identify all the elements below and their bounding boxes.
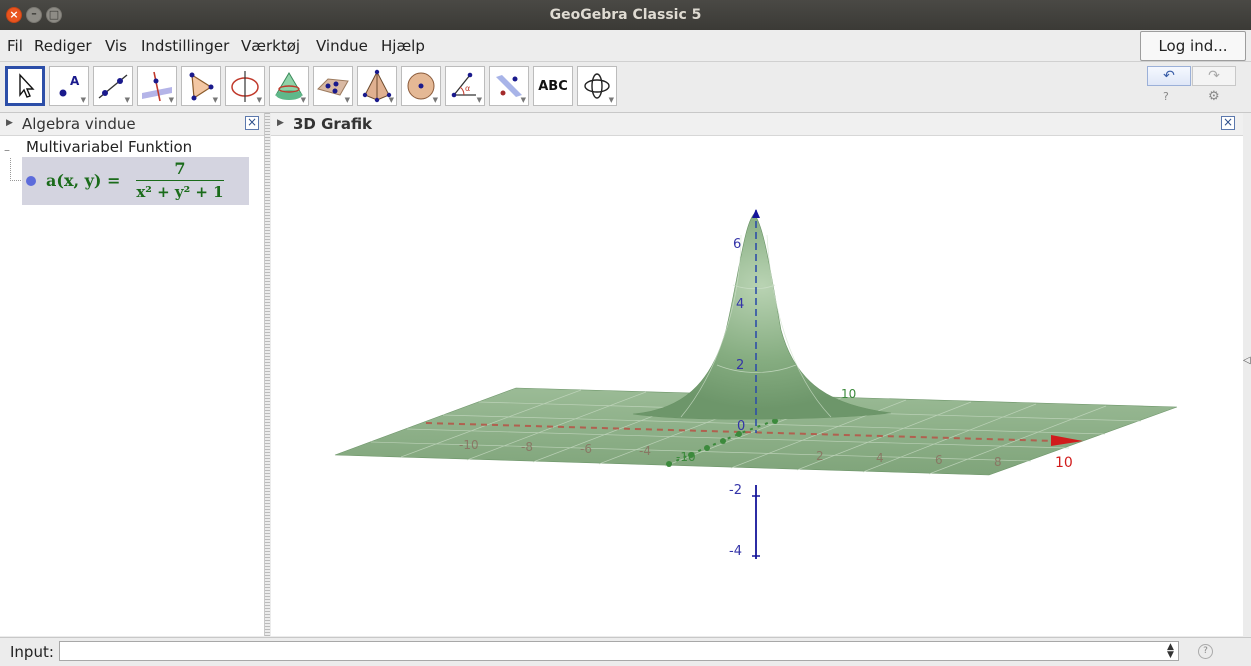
input-field[interactable] (59, 641, 1179, 661)
z-tick-label: -4 (729, 544, 742, 559)
x-tick-label: 6 (935, 453, 943, 467)
menu-fil[interactable]: Fil (7, 37, 23, 55)
toolbar: A ▼ ▼ ▼ ▼ ▼ ▼ ▼ ▼ ▼ α ▼ ▼ ABC ▼ ↶ ↷ ? ⚙ (0, 62, 1251, 113)
algebra-close-button[interactable]: × (245, 116, 259, 130)
menu-vaerktoej[interactable]: Værktøj (241, 37, 300, 55)
tool-menu-arrow-icon: ▼ (608, 96, 614, 104)
algebra-group-label: Multivariabel Funktion (26, 138, 193, 156)
function-denominator: x² + y² + 1 (136, 183, 224, 201)
algebra-panel-title: Algebra vindue (22, 115, 136, 133)
z-tick-label: 4 (736, 297, 744, 312)
y-tick-label: -10 (676, 450, 696, 464)
graphics-panel-header: ▶ 3D Grafik × (271, 113, 1243, 136)
tool-menu-arrow-icon: ▼ (124, 96, 130, 104)
graphics-panel-title: 3D Grafik (293, 115, 373, 133)
tree-collapse-icon[interactable]: – (4, 143, 10, 157)
reflect-tool-button[interactable]: ▼ (489, 66, 529, 106)
algebra-panel-header: ▶ Algebra vindue × (0, 113, 264, 136)
sphere-tool-button[interactable]: ▼ (401, 66, 441, 106)
circle-axis-tool-button[interactable]: ▼ (225, 66, 265, 106)
redo-icon: ↷ (1208, 68, 1220, 84)
tool-menu-arrow-icon: ▼ (80, 96, 86, 104)
tool-menu-arrow-icon: ▼ (432, 96, 438, 104)
z-tick-label: 6 (733, 237, 741, 252)
tool-menu-arrow-icon: ▼ (300, 96, 306, 104)
move-arrow-icon (19, 73, 35, 98)
chevron-left-icon: ◁ (1243, 355, 1251, 366)
menu-indstillinger[interactable]: Indstillinger (141, 37, 229, 55)
point-tool-button[interactable]: A ▼ (49, 66, 89, 106)
intersect-surfaces-tool-button[interactable]: ▼ (269, 66, 309, 106)
tool-menu-arrow-icon: ▼ (520, 96, 526, 104)
algebra-function-row[interactable]: a(x, y) = 7 x² + y² + 1 (22, 157, 249, 205)
menu-vindue[interactable]: Vindue (316, 37, 368, 55)
x-tick-label: -8 (521, 440, 533, 454)
undo-icon: ↶ (1163, 68, 1175, 84)
window-title: GeoGebra Classic 5 (549, 7, 702, 23)
z-tick-label: -2 (729, 483, 742, 498)
text-icon: ABC (538, 79, 568, 94)
graphics-3d-panel: ▶ 3D Grafik × 6 4 2 0 -2 -4 -10 -8 -6 -4… (271, 113, 1243, 636)
polygon-tool-button[interactable]: ▼ (181, 66, 221, 106)
function-fraction: 7 x² + y² + 1 (132, 159, 228, 202)
tool-menu-arrow-icon: ▼ (388, 96, 394, 104)
x-tick-label: 4 (876, 451, 884, 465)
line-tool-button[interactable]: ▼ (93, 66, 133, 106)
x-tick-label: 2 (816, 449, 824, 463)
panel-collapse-arrow-icon[interactable]: ▶ (6, 118, 13, 128)
tool-menu-arrow-icon: ▼ (212, 96, 218, 104)
menu-vis[interactable]: Vis (105, 37, 127, 55)
tool-menu-arrow-icon: ▼ (256, 96, 262, 104)
tree-connector (10, 158, 21, 181)
rotate-view-tool-button[interactable]: ▼ (577, 66, 617, 106)
gear-icon[interactable]: ⚙ (1208, 89, 1220, 104)
plane-points-tool-button[interactable]: ▼ (313, 66, 353, 106)
visibility-dot-icon[interactable] (26, 176, 36, 186)
pyramid-tool-button[interactable]: ▼ (357, 66, 397, 106)
input-bar: Input: ▲ ▼ ? (0, 637, 1251, 666)
z-axis-arrow (752, 209, 760, 218)
menu-bar: Fil Rediger Vis Indstillinger Værktøj Vi… (0, 30, 1251, 62)
x-tick-label: 8 (994, 455, 1002, 469)
input-label: Input: (10, 643, 54, 661)
input-help-icon[interactable]: ? (1198, 644, 1213, 659)
text-tool-button[interactable]: ABC (533, 66, 573, 106)
undo-button[interactable]: ↶ (1147, 66, 1191, 86)
y-tick-label: 10 (841, 387, 856, 401)
fraction-bar (136, 180, 224, 181)
graphics-3d-canvas[interactable]: 6 4 2 0 -2 -4 -10 -8 -6 -4 2 4 6 8 10 -1… (271, 135, 1243, 636)
panel-splitter[interactable] (265, 113, 270, 636)
graphics-close-button[interactable]: × (1221, 116, 1235, 130)
menu-hjaelp[interactable]: Hjælp (381, 37, 425, 55)
tool-menu-arrow-icon: ▼ (344, 96, 350, 104)
z-tick-label: 2 (736, 358, 744, 373)
z-tick-label: 0 (737, 419, 745, 434)
move-tool-button[interactable] (5, 66, 45, 106)
x-tick-label: -10 (459, 438, 479, 452)
angle-tool-button[interactable]: α ▼ (445, 66, 485, 106)
function-numerator: 7 (174, 159, 186, 178)
title-bar: × – □ GeoGebra Classic 5 (0, 0, 1251, 30)
menu-rediger[interactable]: Rediger (34, 37, 92, 55)
svg-text:A: A (70, 74, 80, 88)
help-icon[interactable]: ? (1163, 90, 1169, 103)
x-tick-label: -4 (639, 444, 651, 458)
side-panel-toggle[interactable]: ◁ (1243, 113, 1251, 636)
tool-menu-arrow-icon: ▼ (476, 96, 482, 104)
redo-button[interactable]: ↷ (1192, 66, 1236, 86)
svg-text:α: α (465, 84, 470, 93)
login-button[interactable]: Log ind... (1140, 31, 1246, 61)
perpendicular-tool-button[interactable]: ▼ (137, 66, 177, 106)
panel-collapse-arrow-icon[interactable]: ▶ (277, 118, 284, 128)
function-lhs: a(x, y) = (46, 171, 121, 190)
input-history-spinner-icon[interactable]: ▲ ▼ (1167, 643, 1174, 660)
algebra-panel: ▶ Algebra vindue × – Multivariabel Funkt… (0, 113, 265, 636)
tool-menu-arrow-icon: ▼ (168, 96, 174, 104)
x-tick-label-end: 10 (1055, 455, 1073, 471)
x-tick-label: -6 (580, 442, 592, 456)
